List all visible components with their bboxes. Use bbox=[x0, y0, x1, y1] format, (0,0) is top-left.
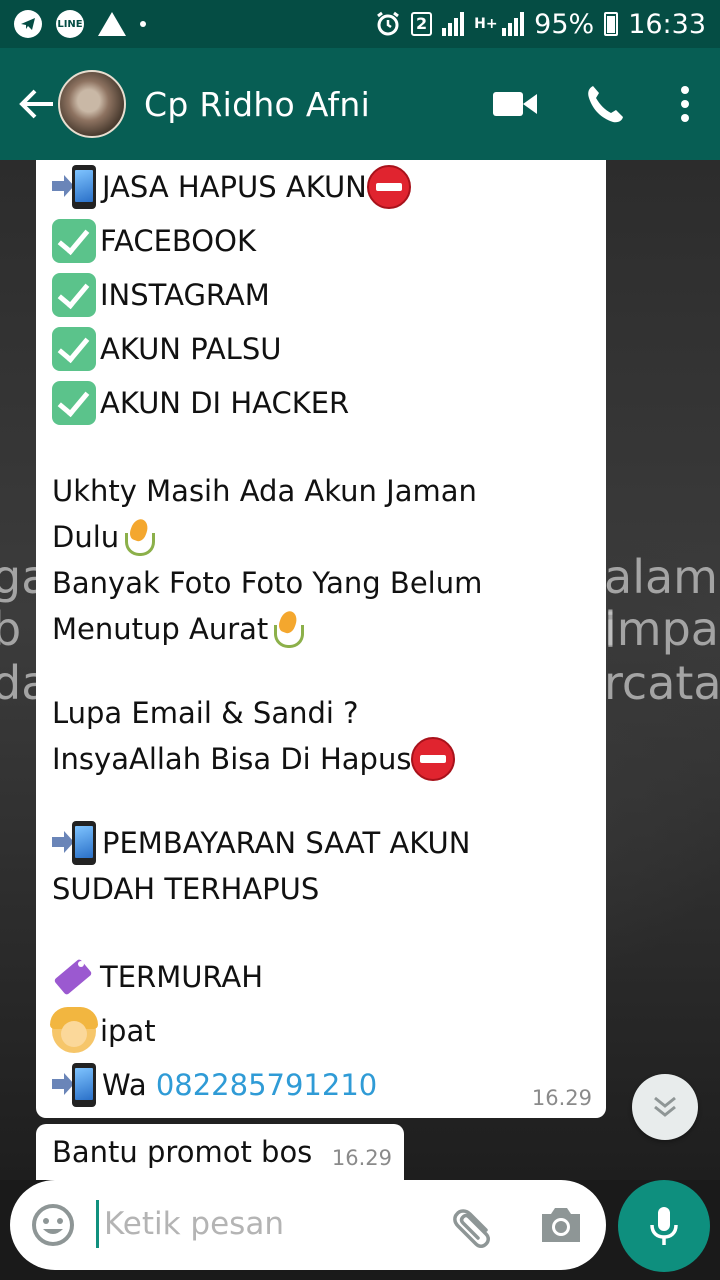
message-line: ipat bbox=[50, 1004, 592, 1058]
price-tag-icon bbox=[52, 955, 96, 999]
scroll-to-bottom-button[interactable] bbox=[632, 1074, 698, 1140]
wallpaper-text: rcata bbox=[604, 656, 720, 710]
alarm-icon bbox=[377, 11, 399, 36]
phone-number-link[interactable]: 082285791210 bbox=[156, 1058, 377, 1112]
message-line: JASA HAPUS AKUN bbox=[52, 160, 592, 214]
wilted-flower-icon bbox=[119, 515, 159, 559]
telegram-icon bbox=[14, 10, 42, 38]
message-time: 16.29 bbox=[331, 1146, 392, 1170]
check-mark-icon bbox=[52, 381, 96, 425]
message-text: Bantu promot bos bbox=[52, 1135, 313, 1169]
clock: 16:33 bbox=[628, 8, 706, 40]
message-line: AKUN DI HACKER bbox=[52, 376, 592, 430]
voice-call-icon[interactable] bbox=[560, 48, 650, 160]
check-mark-icon bbox=[52, 327, 96, 371]
incoming-message[interactable]: Bantu promot bos 16.29 bbox=[36, 1124, 404, 1180]
incoming-message[interactable]: JASA HAPUS AKUN FACEBOOK INSTAGRAM AKUN … bbox=[36, 160, 606, 1118]
composer-bar bbox=[0, 1180, 720, 1280]
wallpaper-text: impar bbox=[604, 602, 720, 656]
network-type: H+ bbox=[474, 15, 498, 32]
sim-slot-badge: 2 bbox=[411, 12, 433, 36]
message-line: TERMURAH bbox=[52, 950, 592, 1004]
chat-header: Cp Ridho Afni bbox=[0, 48, 720, 160]
message-line: Banyak Foto Foto Yang Belum bbox=[52, 566, 483, 600]
voice-message-button[interactable] bbox=[618, 1180, 710, 1272]
battery-percent: 95% bbox=[534, 8, 595, 40]
battery-icon bbox=[604, 12, 619, 36]
notification-dot-icon bbox=[140, 21, 146, 27]
mobile-phone-arrow-icon bbox=[52, 165, 98, 209]
signal-icon bbox=[442, 12, 465, 36]
message-time: 16.29 bbox=[531, 1086, 592, 1110]
mobile-phone-arrow-icon bbox=[52, 821, 98, 865]
check-mark-icon bbox=[52, 273, 96, 317]
message-line: InsyaAllah Bisa Di Hapus bbox=[52, 736, 592, 782]
message-line: Ukhty Masih Ada Akun Jaman bbox=[52, 474, 477, 508]
emoji-icon[interactable] bbox=[30, 1202, 76, 1248]
composer-pill bbox=[10, 1180, 606, 1270]
camera-icon[interactable] bbox=[538, 1202, 584, 1248]
mic-icon bbox=[650, 1207, 678, 1245]
message-line: INSTAGRAM bbox=[52, 268, 592, 322]
message-line: Menutup Aurat bbox=[52, 606, 592, 652]
blonde-woman-icon bbox=[50, 1007, 98, 1053]
message-line: SUDAH TERHAPUS bbox=[52, 872, 320, 906]
message-line: FACEBOOK bbox=[52, 214, 592, 268]
no-entry-icon bbox=[366, 165, 411, 209]
avatar[interactable] bbox=[58, 70, 126, 138]
message-line: Wa 082285791210 bbox=[52, 1058, 592, 1112]
contact-name[interactable]: Cp Ridho Afni bbox=[144, 85, 370, 124]
line-icon: LINE bbox=[56, 10, 84, 38]
signal-icon-2 bbox=[502, 12, 525, 36]
attach-icon[interactable] bbox=[450, 1200, 500, 1250]
mobile-phone-arrow-icon bbox=[52, 1063, 98, 1107]
message-line: Lupa Email & Sandi ? bbox=[52, 696, 359, 730]
more-vert-icon[interactable] bbox=[650, 48, 720, 160]
message-line: PEMBAYARAN SAAT AKUN bbox=[52, 820, 592, 866]
no-entry-icon bbox=[411, 737, 456, 781]
double-chevron-down-icon bbox=[654, 1096, 676, 1117]
chat-area[interactable]: ga b da alam l impar rcata JASA HAPUS AK… bbox=[0, 160, 720, 1180]
wallpaper-text: b bbox=[0, 602, 22, 656]
warning-icon bbox=[98, 12, 126, 36]
status-bar: LINE 2 H+ 95% 16:33 bbox=[0, 0, 720, 48]
text-cursor bbox=[96, 1200, 99, 1248]
back-arrow-icon[interactable] bbox=[12, 79, 62, 129]
message-line: Dulu bbox=[52, 514, 592, 560]
video-call-icon[interactable] bbox=[470, 48, 560, 160]
wilted-flower-icon bbox=[268, 607, 308, 651]
check-mark-icon bbox=[52, 219, 96, 263]
message-input[interactable] bbox=[100, 1196, 438, 1252]
message-line: AKUN PALSU bbox=[52, 322, 592, 376]
